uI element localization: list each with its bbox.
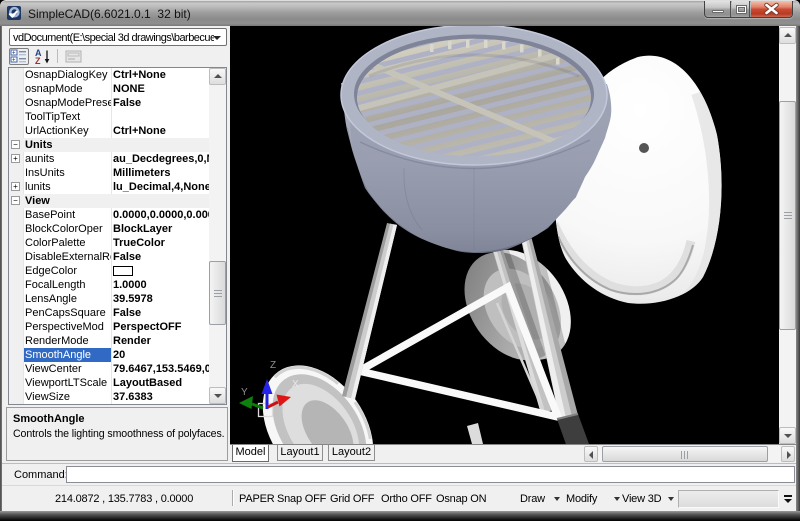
svg-text:Y: Y bbox=[241, 387, 248, 398]
svg-text:+: + bbox=[12, 50, 16, 56]
svg-text:Z: Z bbox=[270, 360, 276, 371]
svg-text:X: X bbox=[292, 379, 299, 390]
svg-text:+: + bbox=[12, 57, 16, 63]
svg-text:Z: Z bbox=[35, 56, 41, 65]
